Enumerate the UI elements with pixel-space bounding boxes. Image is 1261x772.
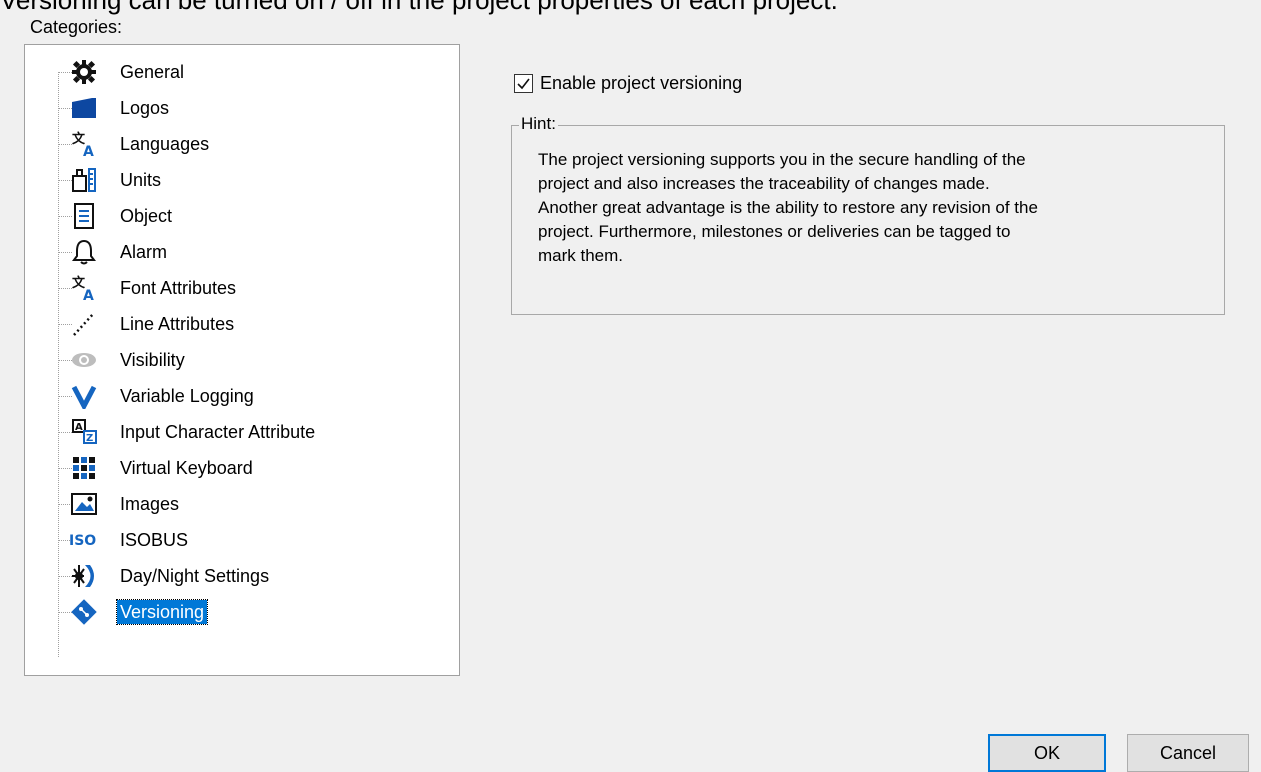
tree-item-languages[interactable]: 文A Languages [25, 126, 445, 162]
tree-item-label: Day/Night Settings [120, 566, 270, 586]
tree-item-label: Versioning [115, 599, 209, 625]
tree-item-day-night-settings[interactable]: Day/Night Settings [25, 558, 445, 594]
tree-item-label: General [120, 62, 185, 82]
tree-item-line-attributes[interactable]: Line Attributes [25, 306, 445, 342]
hint-title: Hint: [519, 114, 558, 134]
tree-item-font-attributes[interactable]: 文A Font Attributes [25, 270, 445, 306]
language-icon: 文A [69, 129, 99, 159]
tree-item-label: Input Character Attribute [120, 422, 316, 442]
hint-line: mark them. [538, 246, 624, 265]
tree-item-label: ISOBUS [120, 530, 189, 550]
tree-item-label: Object [120, 206, 173, 226]
input-character-icon: AZ [69, 417, 99, 447]
tree-item-isobus[interactable]: ISO ISOBUS [25, 522, 445, 558]
hint-groupbox: Hint: The project versioning supports yo… [511, 114, 1225, 315]
tree-item-label: Alarm [120, 242, 168, 262]
tree-item-visibility[interactable]: Visibility [25, 342, 445, 378]
bell-icon [69, 237, 99, 267]
iso-icon: ISO [69, 525, 99, 555]
svg-text:A: A [83, 144, 94, 158]
tree-item-general[interactable]: General [25, 54, 445, 90]
dotted-line-icon [69, 309, 99, 339]
svg-text:Z: Z [86, 433, 93, 444]
svg-text:A: A [75, 422, 83, 433]
hint-text: The project versioning supports you in t… [538, 148, 1198, 268]
tree-item-label: Units [120, 170, 162, 190]
tree-item-input-character-attribute[interactable]: AZ Input Character Attribute [25, 414, 445, 450]
tree-item-virtual-keyboard[interactable]: Virtual Keyboard [25, 450, 445, 486]
v-icon [69, 381, 99, 411]
hint-line: Another great advantage is the ability t… [538, 198, 1038, 217]
tree-item-units[interactable]: Units [25, 162, 445, 198]
keyboard-grid-icon [69, 453, 99, 483]
tree-item-label: Languages [120, 134, 210, 154]
svg-text:ISO: ISO [69, 533, 96, 549]
tree-item-alarm[interactable]: Alarm [25, 234, 445, 270]
tree-item-label: Virtual Keyboard [120, 458, 253, 478]
hint-line: project and also increases the traceabil… [538, 174, 990, 193]
gear-icon [69, 57, 99, 87]
tree-item-label: Font Attributes [120, 278, 237, 298]
enable-versioning-row[interactable]: Enable project versioning [514, 73, 742, 94]
tree-item-object[interactable]: Object [25, 198, 445, 234]
tree-item-versioning[interactable]: Versioning [25, 594, 445, 630]
tree-item-label: Logos [120, 98, 170, 118]
git-icon [69, 597, 99, 627]
tree-item-images[interactable]: Images [25, 486, 445, 522]
tree-item-logos[interactable]: Logos [25, 90, 445, 126]
hint-line: The project versioning supports you in t… [538, 150, 1026, 169]
enable-versioning-label[interactable]: Enable project versioning [540, 73, 742, 94]
folder-icon [69, 93, 99, 123]
tree-item-label: Variable Logging [120, 386, 254, 406]
tree-item-label: Visibility [120, 350, 185, 370]
svg-text:A: A [83, 288, 94, 302]
checkmark-icon [517, 78, 530, 90]
tree-item-variable-logging[interactable]: Variable Logging [25, 378, 445, 414]
categories-label: Categories: [30, 17, 123, 37]
categories-tree[interactable]: General Logos 文A Languages Units Object [24, 44, 460, 676]
eye-icon [69, 345, 99, 375]
image-icon [69, 489, 99, 519]
tree-item-label: Line Attributes [120, 314, 235, 334]
tree-item-label: Images [120, 494, 180, 514]
enable-versioning-checkbox[interactable] [514, 74, 533, 93]
top-caption: Versioning can be turned on / off in the… [0, 0, 838, 15]
font-icon: 文A [69, 273, 99, 303]
ok-button[interactable]: OK [988, 734, 1106, 772]
cancel-button[interactable]: Cancel [1127, 734, 1249, 772]
day-night-icon [69, 561, 99, 591]
document-icon [69, 201, 99, 231]
ruler-icon [69, 165, 99, 195]
hint-line: project. Furthermore, milestones or deli… [538, 222, 1011, 241]
